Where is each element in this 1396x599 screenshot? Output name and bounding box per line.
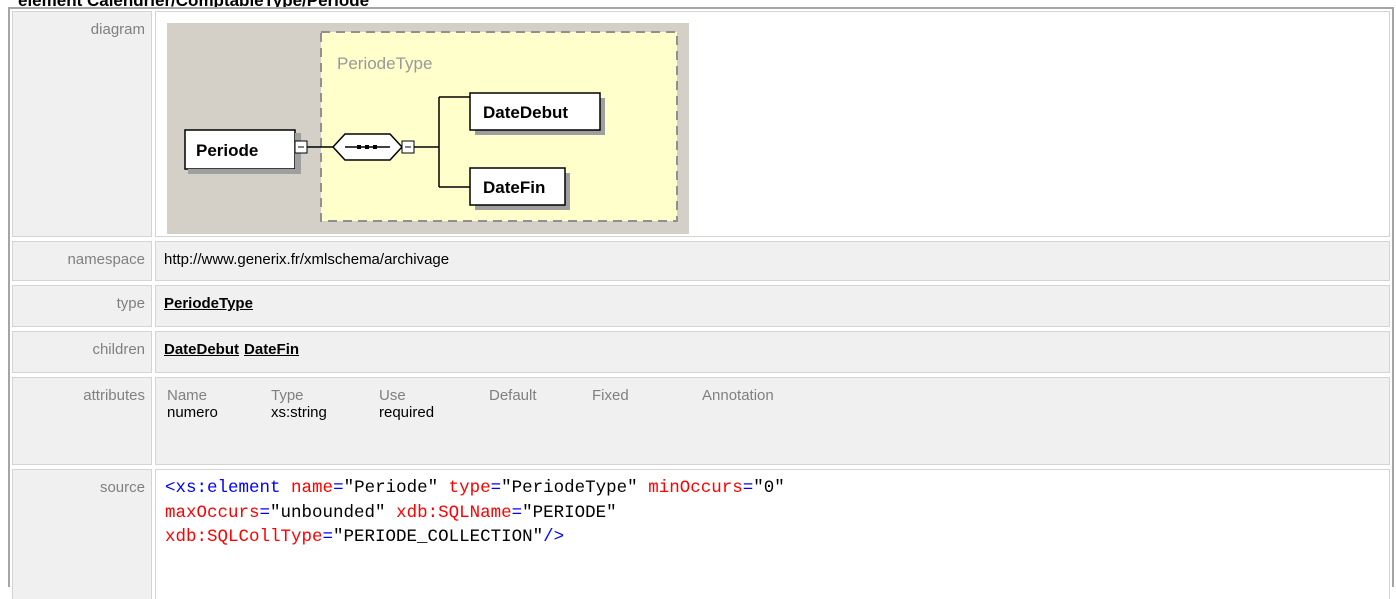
attributes-header-row: Name Type Use Default Fixed Annotation bbox=[167, 387, 822, 404]
source-code: <xs:element name="Periode" type="Periode… bbox=[165, 476, 785, 550]
sequence-dot bbox=[365, 145, 369, 149]
attr-header-annotation: Annotation bbox=[702, 387, 774, 404]
sequence-dot bbox=[373, 145, 377, 149]
namespace-label: namespace bbox=[12, 241, 152, 281]
element-periode-label: Periode bbox=[196, 141, 258, 160]
namespace-row: namespace http://www.generix.fr/xmlschem… bbox=[10, 239, 1392, 283]
source-row: source <xs:element name="Periode" type="… bbox=[10, 467, 1392, 599]
src-attr-name: maxOccurs bbox=[165, 502, 260, 523]
type-row: type PeriodeType bbox=[10, 283, 1392, 329]
attr-header-type: Type bbox=[271, 387, 304, 404]
src-attr-name: type bbox=[448, 478, 491, 498]
element-periode-shadow-b bbox=[188, 169, 301, 174]
src-eq: = bbox=[259, 502, 271, 523]
src-eq: = bbox=[511, 502, 523, 523]
child-datedebut-label: DateDebut bbox=[483, 103, 568, 122]
attr-header-use: Use bbox=[379, 387, 406, 404]
diagram-row: diagram PeriodeType Periode DateDebut Da… bbox=[10, 9, 1392, 239]
src-val: "Periode" bbox=[343, 478, 439, 498]
child-link-datedebut[interactable]: DateDebut bbox=[164, 341, 239, 358]
src-tag-open: <xs:element bbox=[165, 478, 281, 498]
type-label: type bbox=[12, 285, 152, 327]
child-datefin-label: DateFin bbox=[483, 178, 545, 197]
attributes-value: Name Type Use Default Fixed Annotation numero… bbox=[155, 377, 1390, 465]
type-value: PeriodeType bbox=[155, 285, 1390, 327]
attr-header-fixed: Fixed bbox=[592, 387, 629, 404]
attributes-table: Name Type Use Default Fixed Annotation numero… bbox=[167, 387, 822, 421]
children-row: children DateDebut DateFin bbox=[10, 329, 1392, 375]
src-eq: = bbox=[333, 478, 344, 498]
diagram-label: diagram bbox=[12, 11, 152, 237]
src-val: "unbounded" bbox=[270, 502, 386, 523]
attributes-label: attributes bbox=[12, 377, 152, 465]
src-eq: = bbox=[742, 478, 754, 498]
type-link-periodetype[interactable]: PeriodeType bbox=[164, 295, 253, 312]
src-attr-name: minOccurs bbox=[648, 478, 743, 498]
src-val: "0" bbox=[753, 478, 785, 498]
attributes-row: attributes Name Type Use Default Fixed Annota… bbox=[10, 375, 1392, 467]
src-val: "PeriodeType" bbox=[501, 478, 638, 498]
child-link-datefin[interactable]: DateFin bbox=[244, 341, 299, 358]
element-doc-table: diagram PeriodeType Periode DateDebut Da… bbox=[8, 7, 1394, 599]
sequence-dot bbox=[357, 145, 361, 149]
table-row: numero xs:string required bbox=[167, 404, 822, 421]
schema-diagram: PeriodeType Periode DateDebut DateFin bbox=[167, 23, 689, 234]
attr-cell-use: required bbox=[379, 404, 435, 421]
src-eq: = bbox=[322, 527, 334, 547]
diagram-cell: PeriodeType Periode DateDebut DateFin bbox=[155, 11, 1390, 237]
children-label: children bbox=[12, 331, 152, 373]
src-val: "PERIODE" bbox=[522, 502, 617, 523]
src-attr-name: xdb:SQLCollType bbox=[165, 527, 323, 547]
src-val: "PERIODE_COLLECTION" bbox=[333, 527, 544, 547]
children-value: DateDebut DateFin bbox=[155, 331, 1390, 373]
src-attr-name: name bbox=[291, 478, 334, 498]
attr-cell-type: xs:string bbox=[271, 404, 327, 421]
group-label: PeriodeType bbox=[337, 54, 432, 73]
src-eq: = bbox=[490, 478, 502, 498]
src-tag-close: /> bbox=[543, 527, 565, 547]
attr-header-name: Name bbox=[167, 387, 208, 404]
schema-diagram-svg: PeriodeType Periode DateDebut DateFin bbox=[184, 31, 678, 222]
src-attr-name: xdb:SQLName bbox=[396, 502, 512, 523]
attr-cell-name: numero bbox=[167, 404, 218, 421]
namespace-value: http://www.generix.fr/xmlschema/archivag… bbox=[155, 241, 1390, 281]
attr-header-default: Default bbox=[489, 387, 537, 404]
